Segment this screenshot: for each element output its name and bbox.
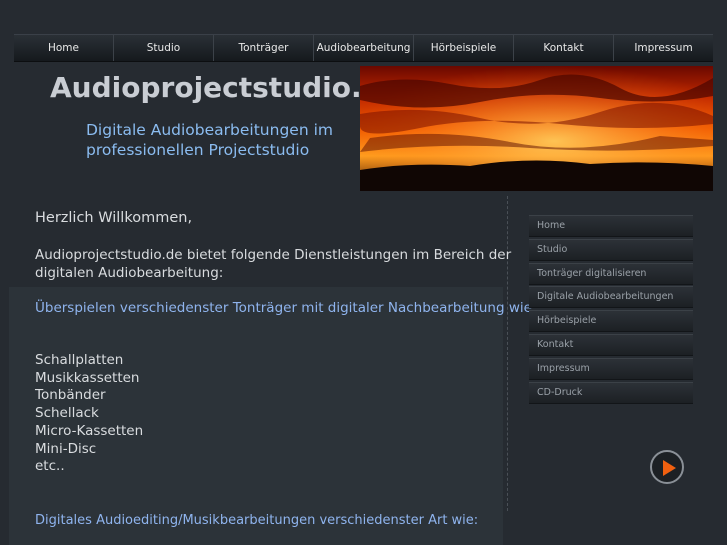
side-navigation: Home Studio Tonträger digitalisieren Dig…: [529, 215, 693, 405]
topnav-item-studio[interactable]: Studio: [114, 35, 214, 61]
sidenav-item-kontakt[interactable]: Kontakt: [529, 333, 693, 355]
intro-text: Audioprojectstudio.de bietet folgende Di…: [35, 247, 512, 281]
list-item: Musikkassetten: [35, 369, 140, 386]
list-item: Schellack: [35, 405, 99, 422]
sidenav-item-tontraeger-digitalisieren[interactable]: Tonträger digitalisieren: [529, 262, 693, 284]
topnav-item-hoerbeispiele[interactable]: Hörbeispiele: [414, 35, 514, 61]
sidenav-item-impressum[interactable]: Impressum: [529, 357, 693, 379]
sidenav-item-hoerbeispiele[interactable]: Hörbeispiele: [529, 310, 693, 332]
list-item: etc..: [35, 458, 65, 475]
list-item: Micro-Kassetten: [35, 422, 144, 439]
list-item: Schallplatten: [35, 352, 124, 368]
greeting: Herzlich Willkommen,: [35, 210, 193, 226]
site-tagline: Digitale Audiobearbeitungen im professio…: [86, 121, 333, 159]
site-title: Audioprojectstudio.de: [50, 71, 401, 104]
topnav-item-kontakt[interactable]: Kontakt: [514, 35, 614, 61]
sidenav-item-digitale-audiobearbeitungen[interactable]: Digitale Audiobearbeitungen: [529, 286, 693, 308]
service-heading: Überspielen verschiedenster Tonträger mi…: [35, 300, 537, 316]
topnav-item-home[interactable]: Home: [14, 35, 114, 61]
top-navigation: Home Studio Tonträger Audiobearbeitung H…: [14, 34, 713, 62]
topnav-item-tontraeger[interactable]: Tonträger: [214, 35, 314, 61]
sidenav-item-cd-druck[interactable]: CD-Druck: [529, 381, 693, 403]
list-item: Mini-Disc: [35, 440, 97, 457]
service-heading-2: Digitales Audioediting/Musikbearbeitunge…: [35, 513, 479, 528]
play-button[interactable]: [650, 450, 684, 484]
sidenav-item-home[interactable]: Home: [529, 215, 693, 236]
sunset-sky-image: [360, 66, 713, 191]
list-item: Tonbänder: [35, 387, 106, 404]
media-list: Schallplatten Musikkassetten Tonbänder S…: [35, 352, 143, 476]
column-divider: [507, 196, 508, 511]
play-icon: [663, 460, 676, 476]
topnav-item-impressum[interactable]: Impressum: [614, 35, 713, 61]
topnav-item-audiobearbeitung[interactable]: Audiobearbeitung: [314, 35, 414, 61]
sidenav-item-studio[interactable]: Studio: [529, 238, 693, 260]
